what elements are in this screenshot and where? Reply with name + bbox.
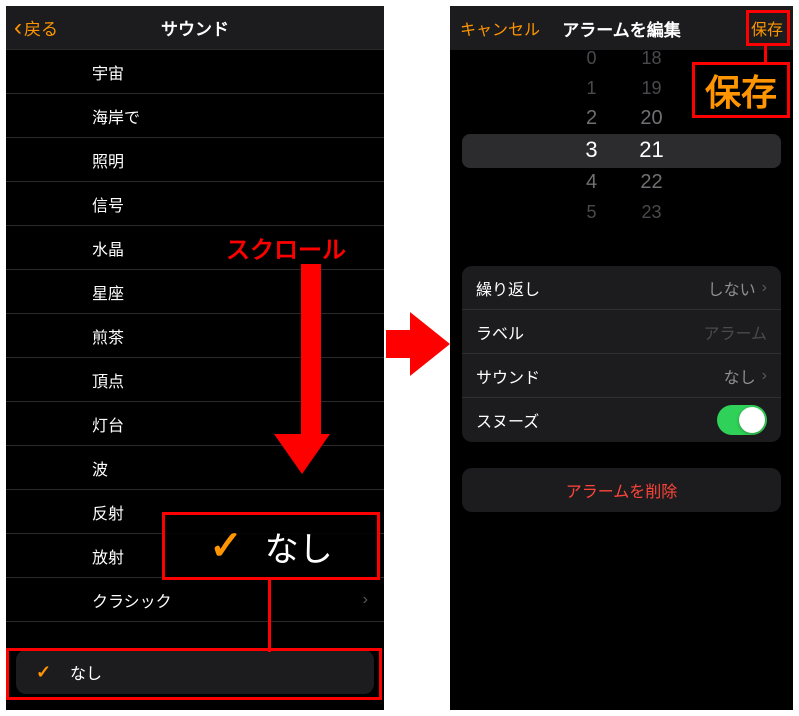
- picker-item: 23: [622, 197, 682, 227]
- picker-item: 19: [622, 73, 682, 103]
- save-big-text: 保存: [705, 64, 777, 116]
- page-title: アラームを編集: [562, 16, 681, 41]
- sound-row[interactable]: 宇宙: [6, 50, 384, 94]
- picker-item: 21: [622, 133, 682, 167]
- back-button[interactable]: ‹ 戻る: [14, 15, 58, 40]
- label-value: アラーム: [703, 320, 767, 344]
- none-label: なし: [70, 660, 102, 684]
- chevron-left-icon: ‹: [14, 16, 22, 40]
- alarm-settings-group: 繰り返し しない › ラベル アラーム サウンド なし › スヌーズ: [462, 266, 781, 442]
- picker-item: 3: [562, 133, 622, 167]
- back-label: 戻る: [24, 15, 58, 40]
- snooze-row: スヌーズ: [462, 398, 781, 442]
- label-label: ラベル: [476, 320, 524, 344]
- picker-item: 20: [622, 103, 682, 133]
- sound-none-row[interactable]: ✓ なし: [16, 650, 374, 694]
- picker-item: [622, 227, 682, 257]
- label-row[interactable]: ラベル アラーム: [462, 310, 781, 354]
- none-callout: ✓ なし: [162, 512, 380, 580]
- connector-line: [268, 580, 271, 652]
- chevron-right-icon: ›: [762, 279, 767, 297]
- repeat-label: 繰り返し: [476, 276, 540, 300]
- picker-item: 18: [622, 43, 682, 73]
- picker-item: 5: [562, 197, 622, 227]
- sound-row[interactable]: 照明: [6, 138, 384, 182]
- check-icon: ✓: [209, 523, 243, 569]
- picker-item: 0: [562, 43, 622, 73]
- sound-row[interactable]: サウンド なし ›: [462, 354, 781, 398]
- snooze-label: スヌーズ: [476, 408, 539, 432]
- snooze-toggle[interactable]: [717, 405, 767, 435]
- picker-item: [562, 227, 622, 257]
- sound-row[interactable]: 海岸で: [6, 94, 384, 138]
- repeat-row[interactable]: 繰り返し しない ›: [462, 266, 781, 310]
- delete-alarm-button[interactable]: アラームを削除: [462, 468, 781, 512]
- repeat-value: しない ›: [708, 276, 767, 300]
- nav-header: ‹ 戻る サウンド: [6, 6, 384, 50]
- chevron-right-icon: ›: [363, 591, 368, 609]
- picker-item: 4: [562, 167, 622, 197]
- hour-column[interactable]: 012345: [562, 43, 622, 257]
- cancel-button[interactable]: キャンセル: [460, 16, 540, 40]
- sound-row[interactable]: クラシック›: [6, 578, 384, 622]
- chevron-right-icon: ›: [762, 367, 767, 385]
- check-icon: ✓: [36, 662, 51, 683]
- connector-line: [764, 46, 767, 62]
- sound-label: サウンド: [476, 364, 540, 388]
- minute-column[interactable]: 181920212223: [622, 43, 682, 257]
- callout-text: なし: [265, 522, 333, 571]
- picker-item: 1: [562, 73, 622, 103]
- picker-item: 22: [622, 167, 682, 197]
- sound-row[interactable]: 信号: [6, 182, 384, 226]
- sound-value: なし ›: [724, 364, 767, 388]
- toggle-knob: [739, 407, 765, 433]
- delete-label: アラームを削除: [566, 478, 678, 502]
- save-button[interactable]: 保存: [751, 16, 783, 40]
- picker-item: 2: [562, 103, 622, 133]
- section-gap: [6, 622, 384, 650]
- arrow-down-icon: [292, 264, 330, 474]
- arrow-right-icon: [386, 330, 414, 358]
- scroll-annotation: スクロール: [226, 230, 346, 265]
- save-callout: 保存: [692, 62, 790, 118]
- page-title: サウンド: [161, 15, 229, 40]
